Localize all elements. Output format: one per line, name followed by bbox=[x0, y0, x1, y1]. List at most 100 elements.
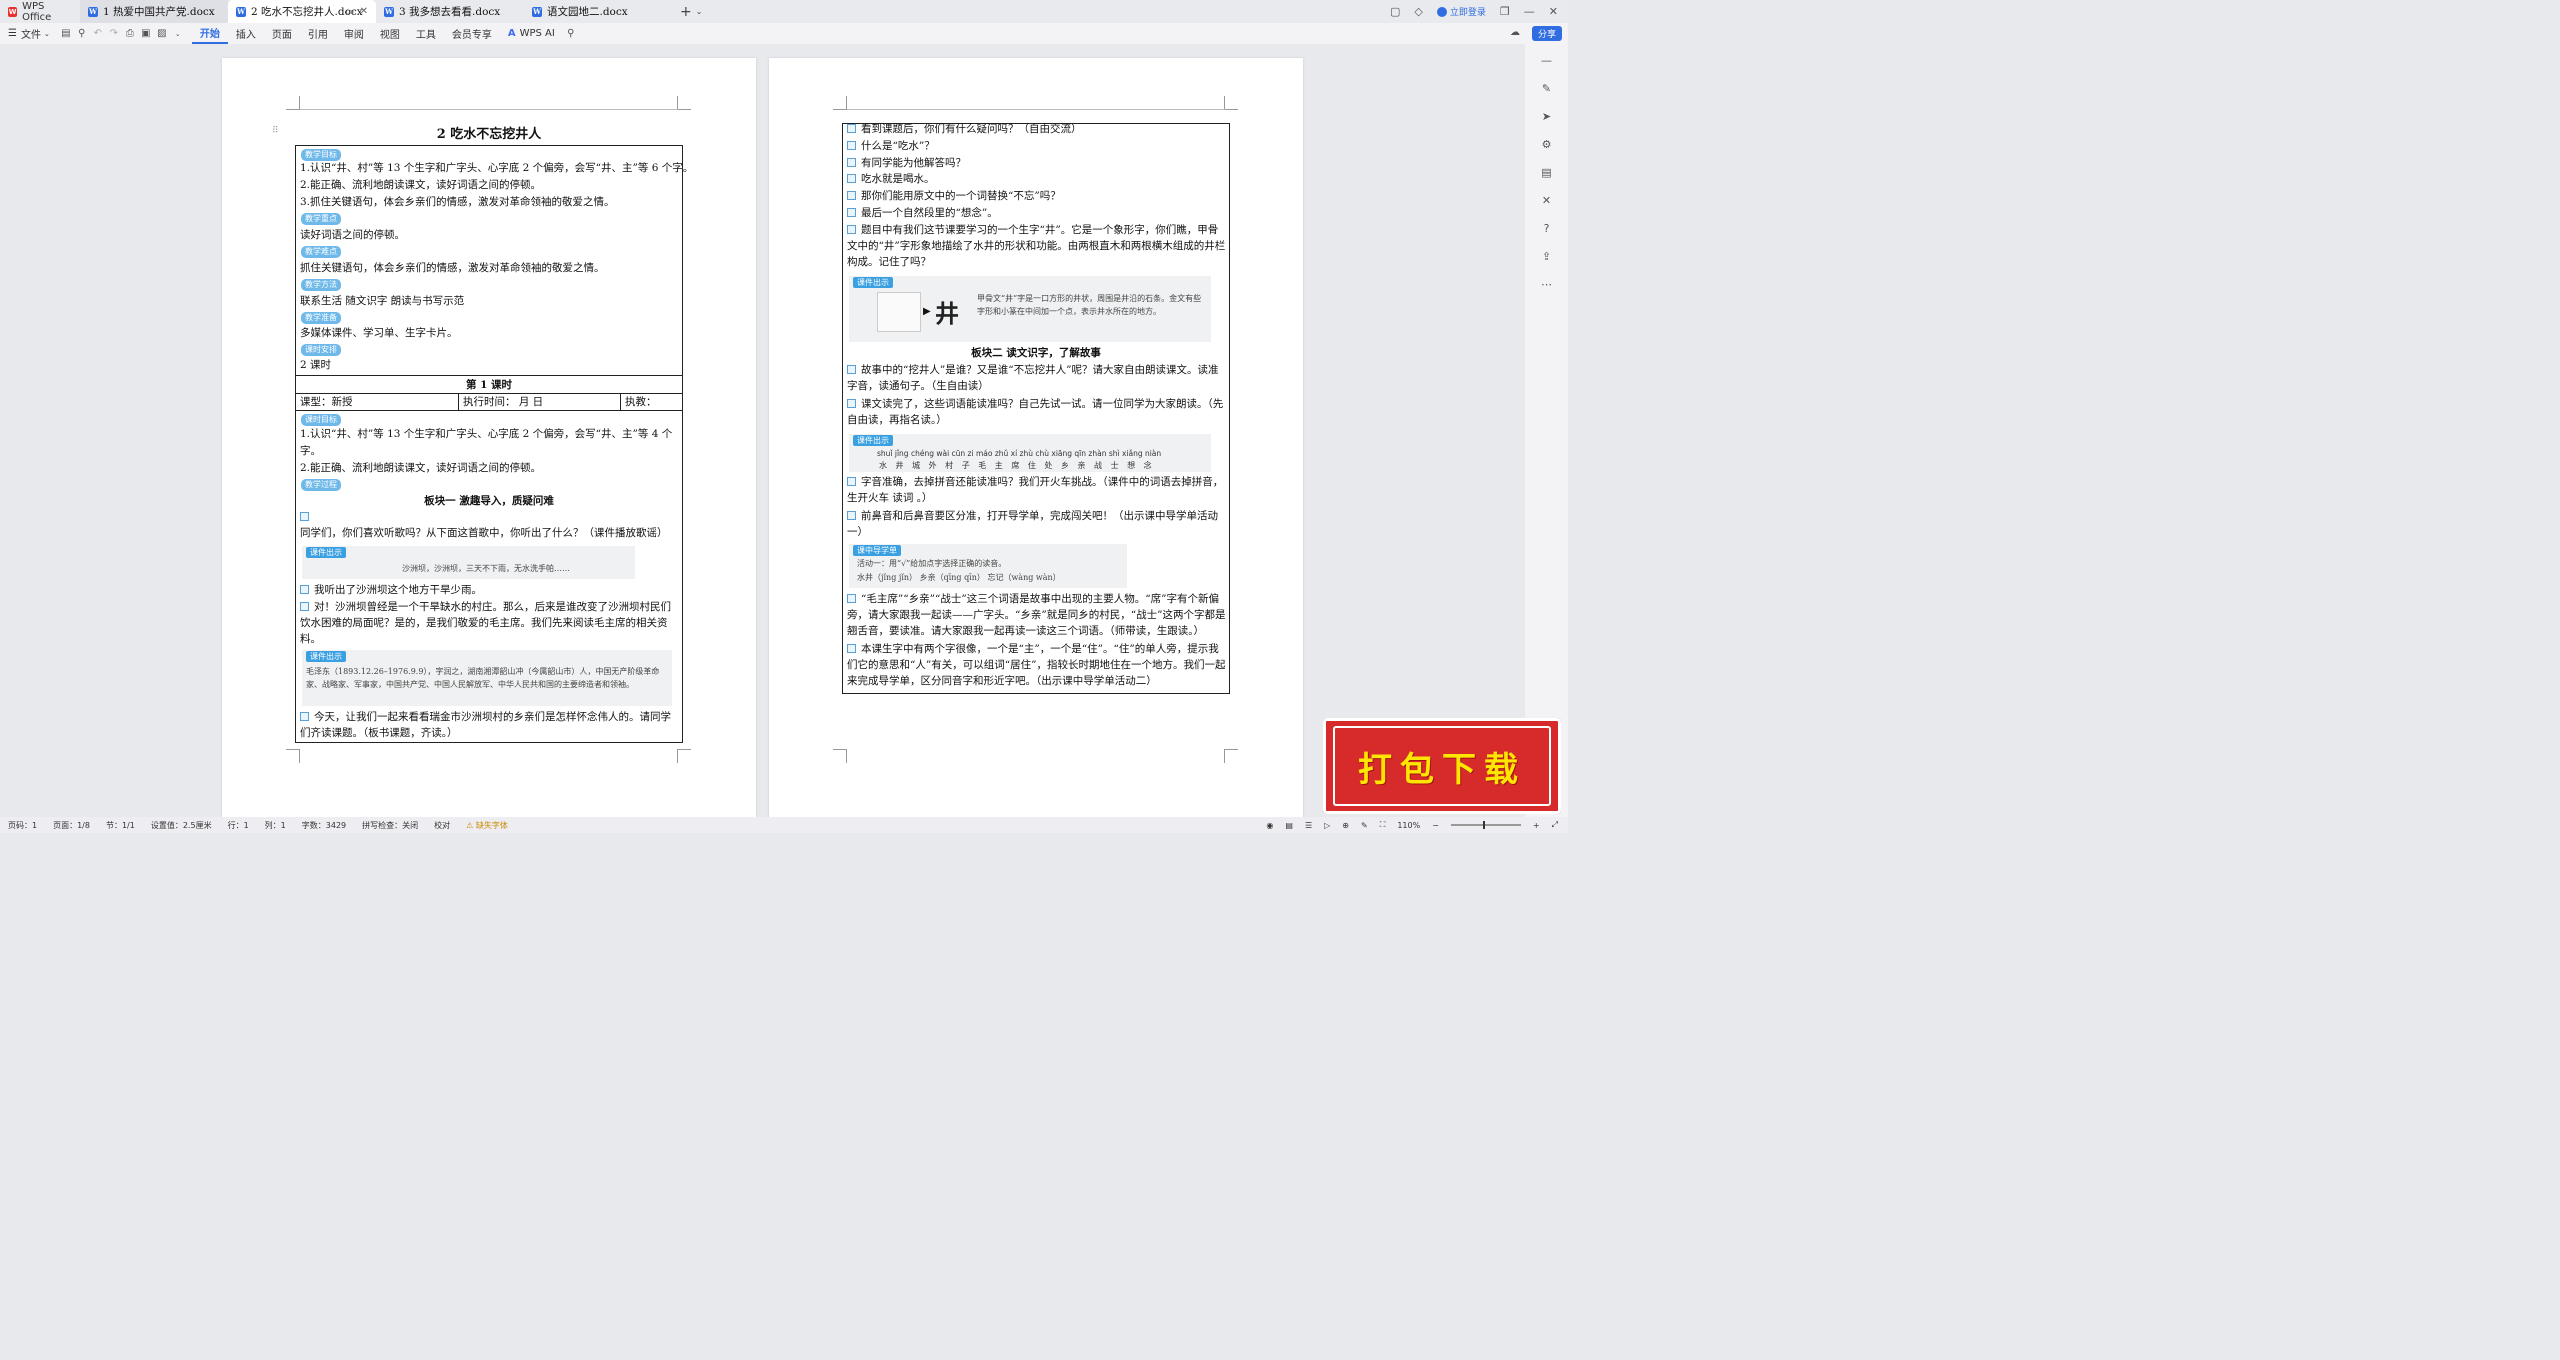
tab-doc-1[interactable]: W 1 热爱中国共产党.docx bbox=[80, 0, 228, 23]
share-button[interactable]: 分享 bbox=[1531, 26, 1562, 41]
pen-icon[interactable]: ✎ bbox=[1542, 82, 1551, 95]
outline-view-icon[interactable]: ☰ bbox=[1305, 821, 1312, 830]
status-missing-font[interactable]: ⚠ 缺失字体 bbox=[458, 820, 516, 831]
status-row[interactable]: 行：1 bbox=[220, 820, 257, 831]
eye-icon[interactable]: ◉ bbox=[1266, 821, 1273, 830]
search-icon[interactable]: ⚲ bbox=[563, 28, 579, 39]
zoom-in-icon[interactable]: + bbox=[1533, 821, 1540, 830]
more-icon[interactable]: ⋯ bbox=[1541, 278, 1552, 291]
share-doc-icon[interactable]: ⇪ bbox=[1542, 250, 1551, 263]
page-1[interactable]: ⠿ 2 吃水不忘挖井人 教学目标 1.认识“井、村”等 13 个生字和广字头、心… bbox=[222, 58, 756, 817]
tools-icon[interactable]: ✕ bbox=[1542, 194, 1551, 207]
settings-icon[interactable]: ⚙ bbox=[1542, 138, 1552, 151]
p2-line-8-text: 故事中的“挖井人”是谁？又是谁“不忘挖井人”呢？请大家自由朗读课文。读准字音，读… bbox=[847, 364, 1219, 392]
redo-icon[interactable]: ↷ bbox=[106, 28, 122, 39]
web-view-icon[interactable]: ⊕ bbox=[1342, 821, 1349, 830]
zoom-slider[interactable] bbox=[1450, 821, 1521, 829]
save-icon[interactable]: ▤ bbox=[58, 28, 74, 39]
tab-insert[interactable]: 插入 bbox=[228, 23, 264, 44]
find-icon[interactable]: ⚲ bbox=[74, 28, 90, 39]
print-icon[interactable]: ⎙ bbox=[122, 28, 138, 39]
key-point: 读好词语之间的停顿。 bbox=[300, 229, 405, 241]
teacher-icon bbox=[847, 477, 856, 486]
status-spell[interactable]: 拼写检查：关闭 bbox=[354, 820, 426, 831]
guide-activity-1: 活动一：用“√”给加点字选择正确的读音。 bbox=[857, 559, 1007, 568]
chevron-down-icon[interactable]: ⌄ bbox=[170, 30, 186, 38]
page-2[interactable]: 看到课题后，你们有什么疑问吗？（自由交流） 什么是“吃水”？ 有同学能为他解答吗… bbox=[769, 58, 1303, 817]
margin-corner bbox=[1224, 96, 1238, 110]
cube-icon[interactable]: ◇ bbox=[1414, 5, 1422, 18]
fullscreen-icon[interactable]: ⤢ bbox=[1552, 820, 1558, 830]
right-sidebar: — ✎ ➤ ⚙ ▤ ✕ ? ⇪ ⋯ bbox=[1525, 44, 1568, 817]
guide-options: 水井（jǐng jǐn） 乡亲（qīng qīn） 忘记（wàng wàn） bbox=[857, 573, 1061, 582]
status-col[interactable]: 列：1 bbox=[257, 820, 294, 831]
tag-teaching-goal: 教学目标 bbox=[301, 149, 341, 161]
lesson-goal-1: 1.认识“井、村”等 13 个生字和广字头、心字底 2 个偏旁，会写“井、主”等… bbox=[300, 428, 673, 440]
p2-line-1: 看到课题后，你们有什么疑问吗？（自由交流） bbox=[847, 122, 1082, 137]
cloud-sync-icon[interactable]: ☁ bbox=[1510, 27, 1520, 38]
edit-icon[interactable]: ✎ bbox=[1361, 821, 1368, 830]
hanzi-row: 水 井 城 外 村 子 毛 主 席 住 处 乡 亲 战 士 想 念 bbox=[879, 461, 1155, 470]
close-window-icon[interactable]: ✕ bbox=[1549, 5, 1558, 18]
zoom-out-icon[interactable]: − bbox=[1432, 821, 1439, 830]
courseware-box-jing: 课件出示 ▶ 井 甲骨文“井”字是一口方形的井状，周围是井沿的石条。金文有些字形… bbox=[849, 276, 1211, 342]
fit-icon[interactable]: ⛶ bbox=[1380, 820, 1386, 830]
export-pdf-icon[interactable]: ▣ bbox=[138, 28, 154, 39]
help-icon[interactable]: ? bbox=[1544, 222, 1550, 235]
wps-ai-button[interactable]: A WPS AI bbox=[500, 23, 563, 44]
document-canvas[interactable]: ⠿ 2 吃水不忘挖井人 教学目标 1.认识“井、村”等 13 个生字和广字头、心… bbox=[0, 44, 1525, 817]
window-restore-icon[interactable]: ▭ bbox=[345, 7, 354, 17]
tab-doc-3[interactable]: W 3 我多想去看看.docx bbox=[376, 0, 524, 23]
close-icon[interactable]: ✕ bbox=[360, 6, 368, 17]
courseware-tag: 课件出示 bbox=[306, 547, 346, 558]
tab-page[interactable]: 页面 bbox=[264, 23, 300, 44]
minimize-icon[interactable]: — bbox=[1524, 5, 1535, 18]
teacher-icon bbox=[847, 158, 856, 167]
chevron-down-icon[interactable]: ⌄ bbox=[696, 7, 703, 16]
read-mode-icon[interactable]: ▷ bbox=[1324, 821, 1330, 830]
p2-line-6-text: 最后一个自然段里的“想念”。 bbox=[861, 207, 998, 219]
status-section[interactable]: 节：1/1 bbox=[98, 820, 143, 831]
restore-window-icon[interactable]: ❐ bbox=[1500, 5, 1510, 18]
p2-line-4: 吃水就是喝水。 bbox=[847, 172, 935, 187]
title-bar: W WPS Office W 1 热爱中国共产党.docx W 2 吃水不忘挖井… bbox=[0, 0, 1568, 23]
image-icon[interactable]: ▨ bbox=[154, 28, 170, 39]
status-words[interactable]: 字数：3429 bbox=[294, 820, 354, 831]
tab-home[interactable]: 开始 bbox=[191, 23, 228, 44]
page-view-icon[interactable]: ▤ bbox=[1285, 821, 1293, 830]
teacher-icon bbox=[847, 365, 856, 374]
tab-label: 语文园地二.docx bbox=[547, 6, 628, 18]
brush-icon[interactable]: ▤ bbox=[1541, 166, 1551, 179]
select-icon[interactable]: ➤ bbox=[1542, 110, 1551, 123]
tab-wps-home[interactable]: W WPS Office bbox=[0, 0, 80, 23]
status-setting[interactable]: 设置值：2.5厘米 bbox=[143, 820, 220, 831]
tab-reference[interactable]: 引用 bbox=[300, 23, 336, 44]
status-pages[interactable]: 页面：1/8 bbox=[45, 820, 98, 831]
login-button[interactable]: 立即登录 bbox=[1436, 5, 1486, 18]
status-proof[interactable]: 校对 bbox=[426, 820, 458, 831]
undo-icon[interactable]: ↶ bbox=[90, 28, 106, 39]
tablet-icon[interactable]: ▢ bbox=[1390, 5, 1400, 18]
add-tab-button[interactable]: + ⌄ bbox=[672, 0, 710, 23]
tab-member[interactable]: 会员专享 bbox=[444, 23, 500, 44]
tab-tools[interactable]: 工具 bbox=[408, 23, 444, 44]
tab-doc-4[interactable]: W 语文园地二.docx bbox=[524, 0, 672, 23]
zoom-level[interactable]: 110% bbox=[1397, 821, 1420, 830]
collapse-icon[interactable]: — bbox=[1541, 54, 1552, 67]
table-divider bbox=[295, 393, 683, 394]
tab-doc-2[interactable]: W 2 吃水不忘挖井人.docx ▭ ✕ bbox=[228, 0, 376, 23]
status-page-num[interactable]: 页码：1 bbox=[0, 820, 45, 831]
courseware-label: 课件出示 bbox=[857, 436, 889, 445]
file-menu[interactable]: ☰ 文件 ⌄ bbox=[0, 23, 58, 44]
plus-icon: + bbox=[680, 3, 692, 20]
paragraph-1: 同学们，你们喜欢听歌吗？从下面这首歌中，你听出了什么？（课件播放歌谣） bbox=[300, 509, 680, 541]
download-badge[interactable]: 打包下载 bbox=[1323, 718, 1561, 814]
margin-corner bbox=[677, 96, 691, 110]
warning-icon: ⚠ bbox=[466, 820, 476, 830]
login-label: 立即登录 bbox=[1449, 8, 1486, 18]
paragraph-1-text: 同学们，你们喜欢听歌吗？从下面这首歌中，你听出了什么？（课件播放歌谣） bbox=[300, 527, 668, 539]
tab-review[interactable]: 审阅 bbox=[336, 23, 372, 44]
header-line bbox=[300, 109, 678, 110]
tab-view[interactable]: 视图 bbox=[372, 23, 408, 44]
tab-label: 1 热爱中国共产党.docx bbox=[103, 6, 215, 18]
